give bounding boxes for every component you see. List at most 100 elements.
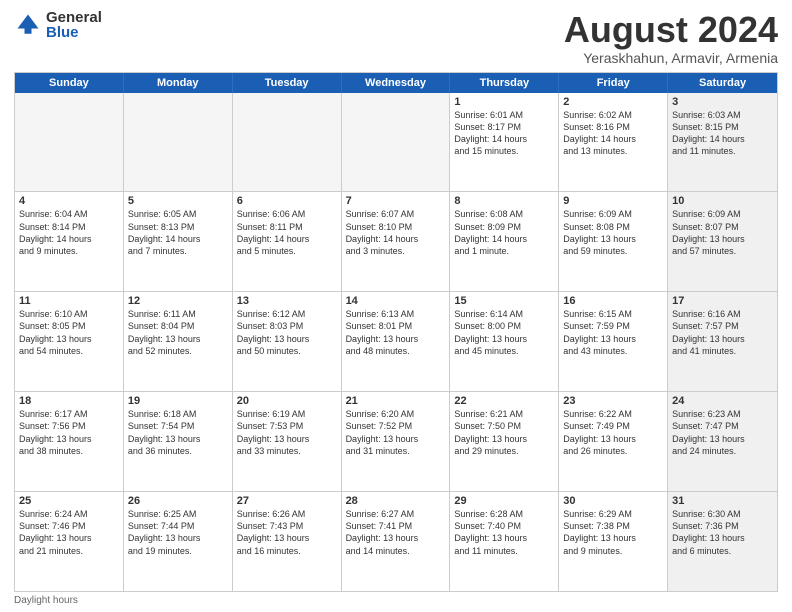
day-cell-19: 19Sunrise: 6:18 AM Sunset: 7:54 PM Dayli… bbox=[124, 392, 233, 491]
day-cell-7: 7Sunrise: 6:07 AM Sunset: 8:10 PM Daylig… bbox=[342, 192, 451, 291]
logo: General Blue bbox=[14, 10, 102, 40]
day-cell-28: 28Sunrise: 6:27 AM Sunset: 7:41 PM Dayli… bbox=[342, 492, 451, 591]
day-number: 30 bbox=[563, 495, 663, 507]
day-number: 20 bbox=[237, 395, 337, 407]
day-info: Sunrise: 6:20 AM Sunset: 7:52 PM Dayligh… bbox=[346, 408, 446, 457]
day-info: Sunrise: 6:02 AM Sunset: 8:16 PM Dayligh… bbox=[563, 109, 663, 158]
day-number: 18 bbox=[19, 395, 119, 407]
day-info: Sunrise: 6:18 AM Sunset: 7:54 PM Dayligh… bbox=[128, 408, 228, 457]
day-cell-21: 21Sunrise: 6:20 AM Sunset: 7:52 PM Dayli… bbox=[342, 392, 451, 491]
day-cell-17: 17Sunrise: 6:16 AM Sunset: 7:57 PM Dayli… bbox=[668, 292, 777, 391]
day-cell-23: 23Sunrise: 6:22 AM Sunset: 7:49 PM Dayli… bbox=[559, 392, 668, 491]
calendar-row-2: 4Sunrise: 6:04 AM Sunset: 8:14 PM Daylig… bbox=[15, 192, 777, 292]
empty-cell-r0c3 bbox=[342, 93, 451, 192]
calendar-row-5: 25Sunrise: 6:24 AM Sunset: 7:46 PM Dayli… bbox=[15, 492, 777, 591]
day-cell-3: 3Sunrise: 6:03 AM Sunset: 8:15 PM Daylig… bbox=[668, 93, 777, 192]
day-number: 28 bbox=[346, 495, 446, 507]
day-header-sunday: Sunday bbox=[15, 73, 124, 93]
day-number: 10 bbox=[672, 195, 773, 207]
day-info: Sunrise: 6:23 AM Sunset: 7:47 PM Dayligh… bbox=[672, 408, 773, 457]
day-cell-27: 27Sunrise: 6:26 AM Sunset: 7:43 PM Dayli… bbox=[233, 492, 342, 591]
calendar-body: 1Sunrise: 6:01 AM Sunset: 8:17 PM Daylig… bbox=[15, 93, 777, 591]
day-info: Sunrise: 6:22 AM Sunset: 7:49 PM Dayligh… bbox=[563, 408, 663, 457]
day-cell-25: 25Sunrise: 6:24 AM Sunset: 7:46 PM Dayli… bbox=[15, 492, 124, 591]
day-info: Sunrise: 6:06 AM Sunset: 8:11 PM Dayligh… bbox=[237, 208, 337, 257]
day-info: Sunrise: 6:01 AM Sunset: 8:17 PM Dayligh… bbox=[454, 109, 554, 158]
calendar: SundayMondayTuesdayWednesdayThursdayFrid… bbox=[14, 72, 778, 592]
day-cell-12: 12Sunrise: 6:11 AM Sunset: 8:04 PM Dayli… bbox=[124, 292, 233, 391]
day-cell-1: 1Sunrise: 6:01 AM Sunset: 8:17 PM Daylig… bbox=[450, 93, 559, 192]
day-cell-10: 10Sunrise: 6:09 AM Sunset: 8:07 PM Dayli… bbox=[668, 192, 777, 291]
page: General Blue August 2024 Yeraskhahun, Ar… bbox=[0, 0, 792, 612]
day-info: Sunrise: 6:29 AM Sunset: 7:38 PM Dayligh… bbox=[563, 508, 663, 557]
day-cell-8: 8Sunrise: 6:08 AM Sunset: 8:09 PM Daylig… bbox=[450, 192, 559, 291]
empty-cell-r0c0 bbox=[15, 93, 124, 192]
day-header-wednesday: Wednesday bbox=[342, 73, 451, 93]
day-info: Sunrise: 6:11 AM Sunset: 8:04 PM Dayligh… bbox=[128, 308, 228, 357]
day-info: Sunrise: 6:09 AM Sunset: 8:07 PM Dayligh… bbox=[672, 208, 773, 257]
day-cell-13: 13Sunrise: 6:12 AM Sunset: 8:03 PM Dayli… bbox=[233, 292, 342, 391]
day-number: 6 bbox=[237, 195, 337, 207]
day-cell-11: 11Sunrise: 6:10 AM Sunset: 8:05 PM Dayli… bbox=[15, 292, 124, 391]
day-number: 24 bbox=[672, 395, 773, 407]
day-number: 7 bbox=[346, 195, 446, 207]
day-info: Sunrise: 6:25 AM Sunset: 7:44 PM Dayligh… bbox=[128, 508, 228, 557]
day-number: 8 bbox=[454, 195, 554, 207]
day-number: 21 bbox=[346, 395, 446, 407]
day-number: 4 bbox=[19, 195, 119, 207]
logo-blue-text: Blue bbox=[46, 25, 102, 40]
day-cell-26: 26Sunrise: 6:25 AM Sunset: 7:44 PM Dayli… bbox=[124, 492, 233, 591]
day-header-friday: Friday bbox=[559, 73, 668, 93]
day-number: 17 bbox=[672, 295, 773, 307]
day-cell-4: 4Sunrise: 6:04 AM Sunset: 8:14 PM Daylig… bbox=[15, 192, 124, 291]
day-header-monday: Monday bbox=[124, 73, 233, 93]
day-info: Sunrise: 6:07 AM Sunset: 8:10 PM Dayligh… bbox=[346, 208, 446, 257]
day-info: Sunrise: 6:28 AM Sunset: 7:40 PM Dayligh… bbox=[454, 508, 554, 557]
day-number: 5 bbox=[128, 195, 228, 207]
day-number: 23 bbox=[563, 395, 663, 407]
day-info: Sunrise: 6:24 AM Sunset: 7:46 PM Dayligh… bbox=[19, 508, 119, 557]
day-number: 25 bbox=[19, 495, 119, 507]
day-cell-18: 18Sunrise: 6:17 AM Sunset: 7:56 PM Dayli… bbox=[15, 392, 124, 491]
logo-icon bbox=[14, 11, 42, 39]
day-number: 22 bbox=[454, 395, 554, 407]
day-cell-16: 16Sunrise: 6:15 AM Sunset: 7:59 PM Dayli… bbox=[559, 292, 668, 391]
day-number: 3 bbox=[672, 96, 773, 108]
day-info: Sunrise: 6:17 AM Sunset: 7:56 PM Dayligh… bbox=[19, 408, 119, 457]
day-cell-5: 5Sunrise: 6:05 AM Sunset: 8:13 PM Daylig… bbox=[124, 192, 233, 291]
day-cell-22: 22Sunrise: 6:21 AM Sunset: 7:50 PM Dayli… bbox=[450, 392, 559, 491]
day-number: 14 bbox=[346, 295, 446, 307]
day-number: 29 bbox=[454, 495, 554, 507]
header: General Blue August 2024 Yeraskhahun, Ar… bbox=[14, 10, 778, 66]
location: Yeraskhahun, Armavir, Armenia bbox=[564, 50, 778, 66]
day-number: 12 bbox=[128, 295, 228, 307]
day-number: 16 bbox=[563, 295, 663, 307]
day-info: Sunrise: 6:10 AM Sunset: 8:05 PM Dayligh… bbox=[19, 308, 119, 357]
footer-note: Daylight hours bbox=[14, 595, 778, 606]
day-number: 26 bbox=[128, 495, 228, 507]
day-info: Sunrise: 6:13 AM Sunset: 8:01 PM Dayligh… bbox=[346, 308, 446, 357]
empty-cell-r0c1 bbox=[124, 93, 233, 192]
calendar-header: SundayMondayTuesdayWednesdayThursdayFrid… bbox=[15, 73, 777, 93]
day-info: Sunrise: 6:19 AM Sunset: 7:53 PM Dayligh… bbox=[237, 408, 337, 457]
day-cell-30: 30Sunrise: 6:29 AM Sunset: 7:38 PM Dayli… bbox=[559, 492, 668, 591]
calendar-row-1: 1Sunrise: 6:01 AM Sunset: 8:17 PM Daylig… bbox=[15, 93, 777, 193]
day-cell-6: 6Sunrise: 6:06 AM Sunset: 8:11 PM Daylig… bbox=[233, 192, 342, 291]
day-cell-2: 2Sunrise: 6:02 AM Sunset: 8:16 PM Daylig… bbox=[559, 93, 668, 192]
day-cell-14: 14Sunrise: 6:13 AM Sunset: 8:01 PM Dayli… bbox=[342, 292, 451, 391]
day-info: Sunrise: 6:30 AM Sunset: 7:36 PM Dayligh… bbox=[672, 508, 773, 557]
day-info: Sunrise: 6:15 AM Sunset: 7:59 PM Dayligh… bbox=[563, 308, 663, 357]
logo-text: General Blue bbox=[46, 10, 102, 40]
day-info: Sunrise: 6:21 AM Sunset: 7:50 PM Dayligh… bbox=[454, 408, 554, 457]
calendar-row-3: 11Sunrise: 6:10 AM Sunset: 8:05 PM Dayli… bbox=[15, 292, 777, 392]
day-info: Sunrise: 6:16 AM Sunset: 7:57 PM Dayligh… bbox=[672, 308, 773, 357]
day-number: 27 bbox=[237, 495, 337, 507]
day-cell-15: 15Sunrise: 6:14 AM Sunset: 8:00 PM Dayli… bbox=[450, 292, 559, 391]
day-info: Sunrise: 6:12 AM Sunset: 8:03 PM Dayligh… bbox=[237, 308, 337, 357]
month-title: August 2024 bbox=[564, 10, 778, 50]
day-info: Sunrise: 6:03 AM Sunset: 8:15 PM Dayligh… bbox=[672, 109, 773, 158]
day-number: 9 bbox=[563, 195, 663, 207]
day-number: 2 bbox=[563, 96, 663, 108]
day-header-thursday: Thursday bbox=[450, 73, 559, 93]
logo-general-text: General bbox=[46, 10, 102, 25]
